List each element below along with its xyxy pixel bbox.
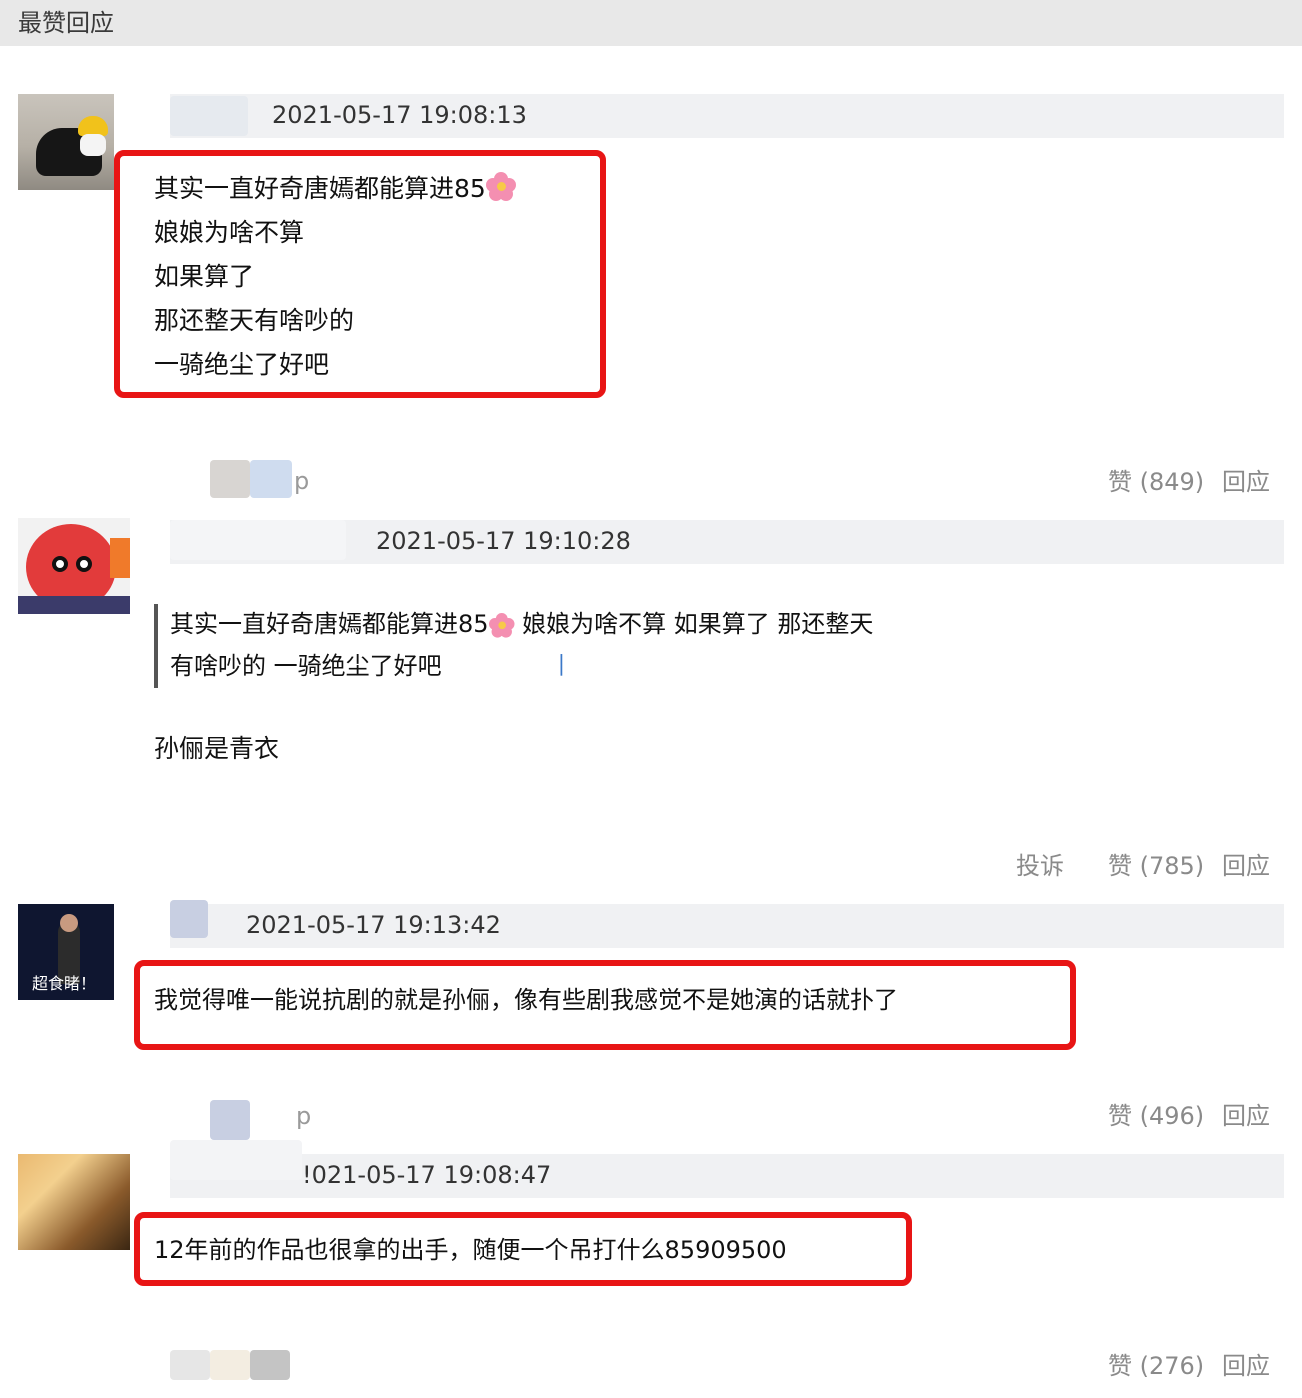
section-header: 最赞回应 <box>0 0 1302 46</box>
username-redacted[interactable] <box>170 900 208 938</box>
avatar[interactable]: 超食睹！ <box>18 904 114 1000</box>
avatar-caption: 超食睹！ <box>32 974 97 993</box>
comment-text-line: 一骑绝尘了好吧 <box>154 350 330 379</box>
reply-button[interactable]: 回应 <box>1222 468 1270 496</box>
comment-timestamp: 2021-05-17 19:08:13 <box>272 101 527 129</box>
report-button[interactable]: 投诉 <box>1016 852 1064 880</box>
username-suffix[interactable]: p <box>294 467 309 495</box>
comment-text-line: 娘娘为啥不算 <box>154 218 305 247</box>
comment-text: 我觉得唯一能说抗剧的就是孙俪，像有些剧我感觉不是她演的话就扑了 <box>154 986 898 1014</box>
comment-timestamp: 2021-05-17 19:13:42 <box>246 911 501 939</box>
avatar-caption-strip <box>18 596 130 614</box>
avatar[interactable] <box>18 518 130 614</box>
cherry-blossom-emoji-icon <box>488 612 515 638</box>
avatar-head <box>60 914 78 932</box>
reply-button[interactable]: 回应 <box>1222 852 1270 880</box>
username-redacted[interactable] <box>250 1350 290 1380</box>
avatar-redacted <box>170 1350 210 1380</box>
quoted-text-line: 其实一直好奇唐嫣都能算进85 娘娘为啥不算 如果算了 那还整天 <box>170 610 874 638</box>
username-redacted[interactable] <box>170 520 346 560</box>
comment-text: 12年前的作品也很拿的出手，随便一个吊打什么85909500 <box>154 1236 787 1264</box>
avatar[interactable] <box>18 94 114 190</box>
avatar-border <box>18 1140 130 1154</box>
reply-button[interactable]: 回应 <box>1222 1352 1270 1380</box>
like-button[interactable]: 赞 (849) <box>1108 468 1204 496</box>
like-button[interactable]: 赞 (785) <box>1108 852 1204 880</box>
comment-text: 孙俪是青衣 <box>154 734 280 763</box>
quoted-text-line: 有啥吵的 一骑绝尘了好吧 <box>170 652 442 680</box>
comment-timestamp: !021-05-17 19:08:47 <box>302 1161 552 1189</box>
quote-link-mark[interactable]: ∣ <box>556 652 567 677</box>
comment-text-line: 如果算了 <box>154 262 255 291</box>
comment-timestamp: 2021-05-17 19:10:28 <box>376 527 631 555</box>
username-suffix[interactable]: p <box>296 1102 311 1130</box>
avatar-cat-hat <box>78 116 108 136</box>
comment-text-line: 其实一直好奇唐嫣都能算进85 <box>154 172 516 205</box>
quote-bar <box>154 604 158 688</box>
like-button[interactable]: 赞 (496) <box>1108 1102 1204 1130</box>
username-redacted[interactable] <box>170 1140 302 1180</box>
username-redacted[interactable] <box>250 460 292 498</box>
comment-text-line: 那还整天有啥吵的 <box>154 306 355 335</box>
username-redacted[interactable] <box>210 1350 250 1380</box>
avatar-accent <box>110 538 130 578</box>
avatar-eye <box>52 556 68 572</box>
avatar-redacted <box>210 460 250 498</box>
avatar[interactable] <box>18 1140 130 1250</box>
avatar-eye <box>76 556 92 572</box>
cherry-blossom-emoji-icon <box>485 172 516 202</box>
reply-button[interactable]: 回应 <box>1222 1102 1270 1130</box>
section-title: 最赞回应 <box>18 9 114 37</box>
like-button[interactable]: 赞 (276) <box>1108 1352 1204 1380</box>
avatar-cat-face <box>80 134 106 156</box>
username-redacted[interactable] <box>170 96 248 136</box>
avatar-redacted <box>210 1100 250 1140</box>
